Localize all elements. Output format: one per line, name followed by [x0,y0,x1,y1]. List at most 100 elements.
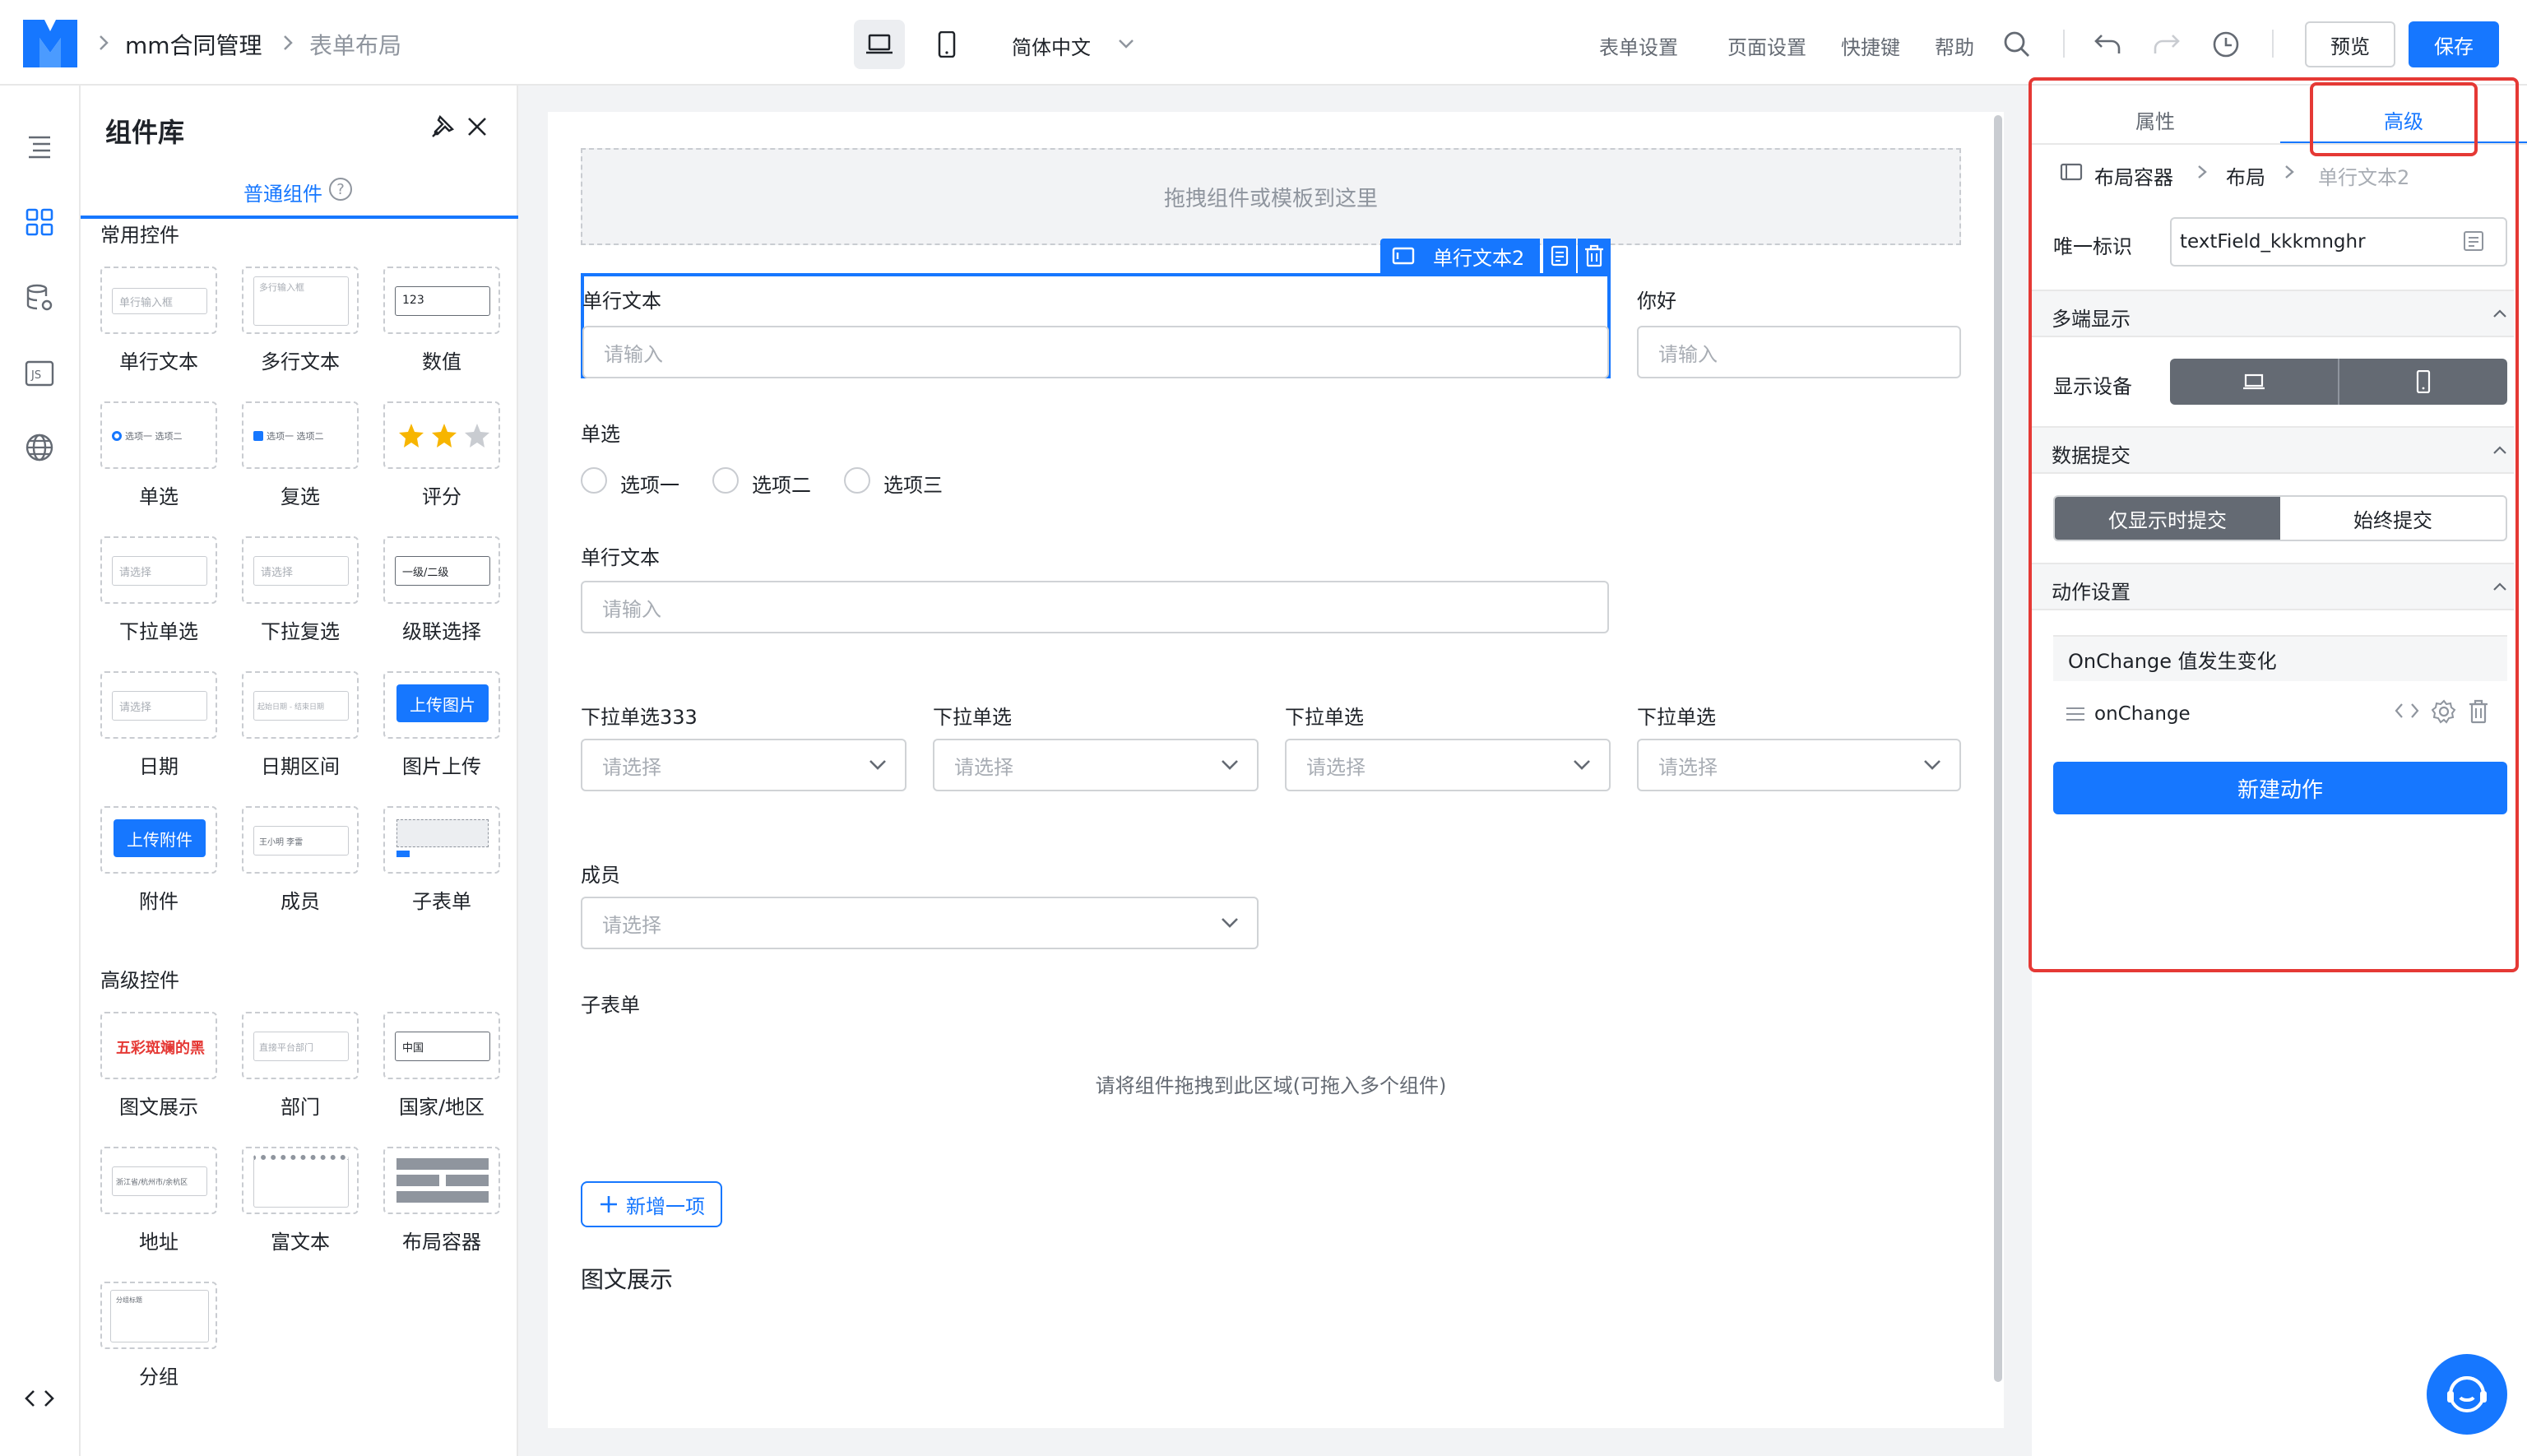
breadcrumb-page[interactable]: 表单布局 [309,28,401,61]
pin-icon[interactable] [429,114,456,140]
component-tile-number[interactable]: 123 [383,267,500,334]
component-tile-cascader[interactable]: 一级/二级 [383,536,500,604]
laptop-icon [866,34,893,54]
select-input[interactable]: 请选择 [1285,739,1611,791]
field-label: 单行文本 [581,546,660,569]
selected-field-tag[interactable]: 单行文本2 [1380,239,1540,273]
code-icon[interactable] [20,1379,59,1418]
field-label: 下拉单选 [1285,706,1364,729]
radio-button[interactable] [844,467,870,494]
select-input[interactable]: 请选择 [581,739,906,791]
component-icon [1392,247,1415,265]
component-tile-multi-select[interactable]: 请选择 [242,536,359,604]
select-placeholder: 请选择 [602,755,661,779]
components-icon[interactable] [20,202,59,242]
globe-icon[interactable] [20,428,59,467]
component-tile-checkbox[interactable]: 选项一 选项二 [242,401,359,469]
add-item-label: 新增一项 [626,1194,705,1218]
mobile-icon [938,31,956,58]
component-tile-subform[interactable] [383,806,500,874]
chevron-right-icon [276,31,299,54]
component-label: 富文本 [271,1231,330,1254]
stars-icon [396,421,492,451]
highlight-box-panel [2029,77,2519,972]
redo-icon[interactable] [2150,28,2183,61]
close-icon[interactable] [466,115,489,138]
radio-button[interactable] [581,467,607,494]
select-input[interactable]: 请选择 [933,739,1259,791]
chevron-down-icon[interactable] [1115,33,1137,54]
text-input[interactable]: 请输入 [582,326,1609,378]
language-select[interactable]: 简体中文 [1012,31,1091,60]
tab-normal-components[interactable]: 普通组件 [243,178,322,206]
component-tile-date-range[interactable]: 起始日期 - 结束日期 [242,671,359,739]
selected-field-name: 单行文本2 [1433,246,1525,270]
page-settings-link[interactable]: 页面设置 [1727,31,1806,60]
component-tile-member[interactable]: 王小明 李雷 [242,806,359,874]
component-tile-department[interactable]: 直接平台部门 [242,1012,359,1079]
add-item-button[interactable]: 新增一项 [581,1181,722,1227]
component-tile-layout[interactable] [383,1147,500,1214]
text-input[interactable]: 请输入 [581,581,1609,633]
desktop-view-button[interactable] [854,20,905,69]
preview-button[interactable]: 预览 [2305,21,2395,67]
delete-icon[interactable] [1578,239,1611,273]
component-tile-image-upload[interactable]: 上传图片 [383,671,500,739]
component-tile-rating[interactable] [383,401,500,469]
radio-label: 选项一 [620,474,679,497]
highlight-box-tab [2310,82,2478,156]
component-label: 评分 [422,485,461,508]
chevron-down-icon [1222,918,1238,928]
component-tile-rich-text[interactable] [242,1147,359,1214]
help-icon[interactable]: ? [329,178,352,201]
component-tile-date[interactable]: 请选择 [100,671,217,739]
component-label: 布局容器 [402,1231,481,1254]
rich-display-label: 图文展示 [581,1266,674,1293]
chevron-down-icon [1924,760,1940,770]
subform-drop-hint[interactable]: 请将组件拖拽到此区域(可拖入多个组件) [581,1069,1961,1098]
component-tile-select[interactable]: 请选择 [100,536,217,604]
field-label: 下拉单选 [1637,706,1716,729]
app-logo-icon[interactable] [23,20,77,67]
drop-zone[interactable]: 拖拽组件或模板到这里 [581,148,1961,245]
toolbar-divider [2272,30,2274,58]
component-tile-multi-text[interactable]: 多行输入框 [242,267,359,334]
help-link[interactable]: 帮助 [1935,31,1974,60]
component-tile-attachment[interactable]: 上传附件 [100,806,217,874]
component-label: 图文展示 [119,1096,198,1119]
js-icon[interactable]: JS [20,354,59,393]
copy-icon[interactable] [1543,239,1576,273]
member-select[interactable]: 请选择 [581,897,1259,949]
shortcuts-link[interactable]: 快捷键 [1841,31,1900,60]
component-tile-group[interactable]: 分组标题 [100,1282,217,1349]
component-tile-radio[interactable]: 选项一 选项二 [100,401,217,469]
datasource-icon[interactable] [20,278,59,318]
canvas-scrollbar[interactable] [1994,115,2002,1382]
component-label: 日期 [139,755,179,778]
select-placeholder: 请选择 [954,755,1013,779]
help-chat-button[interactable] [2427,1354,2507,1435]
select-placeholder: 请选择 [1306,755,1366,779]
breadcrumb-app[interactable]: mm合同管理 [125,28,262,61]
select-input[interactable]: 请选择 [1637,739,1961,791]
mobile-view-button[interactable] [921,20,972,69]
form-settings-link[interactable]: 表单设置 [1599,31,1678,60]
save-button[interactable]: 保存 [2409,21,2499,67]
text-input[interactable]: 请输入 [1637,326,1961,378]
component-tile-single-text[interactable]: 单行输入框 [100,267,217,334]
component-label: 日期区间 [261,755,340,778]
undo-icon[interactable] [2091,28,2124,61]
component-label: 子表单 [412,890,471,913]
radio-button[interactable] [712,467,739,494]
component-label: 数值 [422,350,461,373]
history-icon[interactable] [2209,28,2242,61]
field-label: 单行文本 [582,290,661,313]
component-label: 部门 [281,1096,320,1119]
component-tile-address[interactable]: 浙江省/杭州市/余杭区 [100,1147,217,1214]
component-tile-rich-display[interactable]: 五彩斑斓的黑 [100,1012,217,1079]
component-tile-country[interactable]: 中国 [383,1012,500,1079]
search-icon[interactable] [2001,28,2033,61]
outline-icon[interactable] [20,127,59,166]
svg-text:JS: JS [30,369,41,382]
field-label: 下拉单选333 [581,706,698,729]
